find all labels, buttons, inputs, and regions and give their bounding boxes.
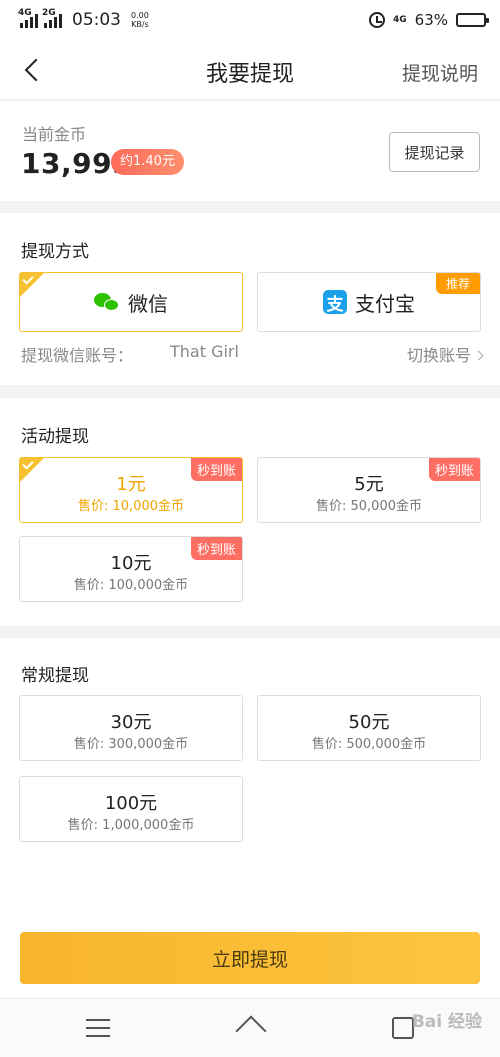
- amount-option-1[interactable]: 秒到账 1元 售价: 10,000金币: [19, 457, 243, 523]
- amount-option-5[interactable]: 秒到账 5元 售价: 50,000金币: [257, 457, 481, 523]
- signal-icon-2: 2G: [42, 8, 62, 28]
- account-name: That Girl: [170, 342, 239, 361]
- alipay-label: 支付宝: [355, 291, 415, 316]
- wechat-option[interactable]: 微信: [19, 272, 243, 332]
- option-amount: 50元: [348, 712, 390, 733]
- section-title-method: 提现方式: [21, 242, 89, 262]
- network-type: 4G: [393, 15, 407, 25]
- withdraw-now-button[interactable]: 立即提现: [20, 932, 480, 984]
- amount-option-30[interactable]: 30元 售价: 300,000金币: [19, 695, 243, 761]
- home-icon[interactable]: [233, 1017, 267, 1039]
- withdraw-method-section: 提现方式 微信 推荐 支 支付宝 提现微信账号： That Girl 切换账号: [0, 213, 500, 385]
- battery-icon: [456, 13, 489, 27]
- menu-icon[interactable]: [86, 1019, 110, 1037]
- option-price: 售价: 300,000金币: [73, 737, 189, 752]
- balance-label: 当前金币: [22, 125, 87, 144]
- option-amount: 1元: [116, 474, 146, 495]
- option-price: 售价: 500,000金币: [311, 737, 427, 752]
- withdraw-records-button[interactable]: 提现记录: [389, 132, 480, 172]
- alipay-option[interactable]: 推荐 支 支付宝: [257, 272, 481, 332]
- signal-icon: 4G: [18, 8, 38, 28]
- chevron-right-icon: [473, 350, 484, 361]
- amount-option-50[interactable]: 50元 售价: 500,000金币: [257, 695, 481, 761]
- activity-withdraw-section: 活动提现 秒到账 1元 售价: 10,000金币 秒到账 5元 售价: 50,0…: [0, 398, 500, 626]
- account-label: 提现微信账号：: [21, 346, 134, 365]
- approx-value-badge: 约1.40元: [111, 149, 184, 175]
- amount-option-100[interactable]: 100元 售价: 1,000,000金币: [19, 776, 243, 842]
- alipay-icon: 支: [323, 290, 347, 315]
- option-price: 售价: 50,000金币: [316, 499, 422, 514]
- option-amount: 5元: [354, 474, 384, 495]
- section-title-activity: 活动提现: [21, 427, 89, 447]
- switch-account-link[interactable]: 切换账号: [406, 342, 484, 366]
- recent-apps-icon[interactable]: [392, 1017, 414, 1039]
- option-price: 售价: 10,000金币: [78, 499, 184, 514]
- option-amount: 100元: [104, 793, 158, 814]
- status-bar: 4G 2G 05:03 0.00 KB/s 4G 63%: [0, 0, 500, 40]
- alarm-icon: [369, 12, 385, 28]
- section-title-regular: 常规提现: [21, 666, 89, 686]
- withdraw-instructions-link[interactable]: 提现说明: [402, 59, 478, 86]
- nav-bar: 我要提现 提现说明: [0, 40, 500, 100]
- option-price: 售价: 100,000金币: [73, 578, 189, 593]
- watermark: Bai 经验: [411, 1012, 482, 1032]
- switch-account-label: 切换账号: [406, 346, 471, 365]
- amount-option-10[interactable]: 秒到账 10元 售价: 100,000金币: [19, 536, 243, 602]
- submit-bar: 立即提现: [0, 918, 500, 998]
- regular-withdraw-section: 常规提现 30元 售价: 300,000金币 50元 售价: 500,000金币…: [0, 638, 500, 918]
- option-amount: 30元: [110, 712, 152, 733]
- option-amount: 10元: [110, 553, 152, 574]
- option-price: 售价: 1,000,000金币: [67, 818, 195, 833]
- system-nav-bar: Bai 经验: [0, 998, 500, 1057]
- balance-panel: 当前金币 13,995 约1.40元 提现记录: [0, 101, 500, 201]
- battery-percent: 63%: [414, 11, 448, 29]
- network-speed: 0.00 KB/s: [131, 11, 149, 29]
- wechat-label: 微信: [128, 291, 168, 316]
- wechat-icon: [94, 291, 120, 313]
- clock: 05:03: [72, 10, 121, 30]
